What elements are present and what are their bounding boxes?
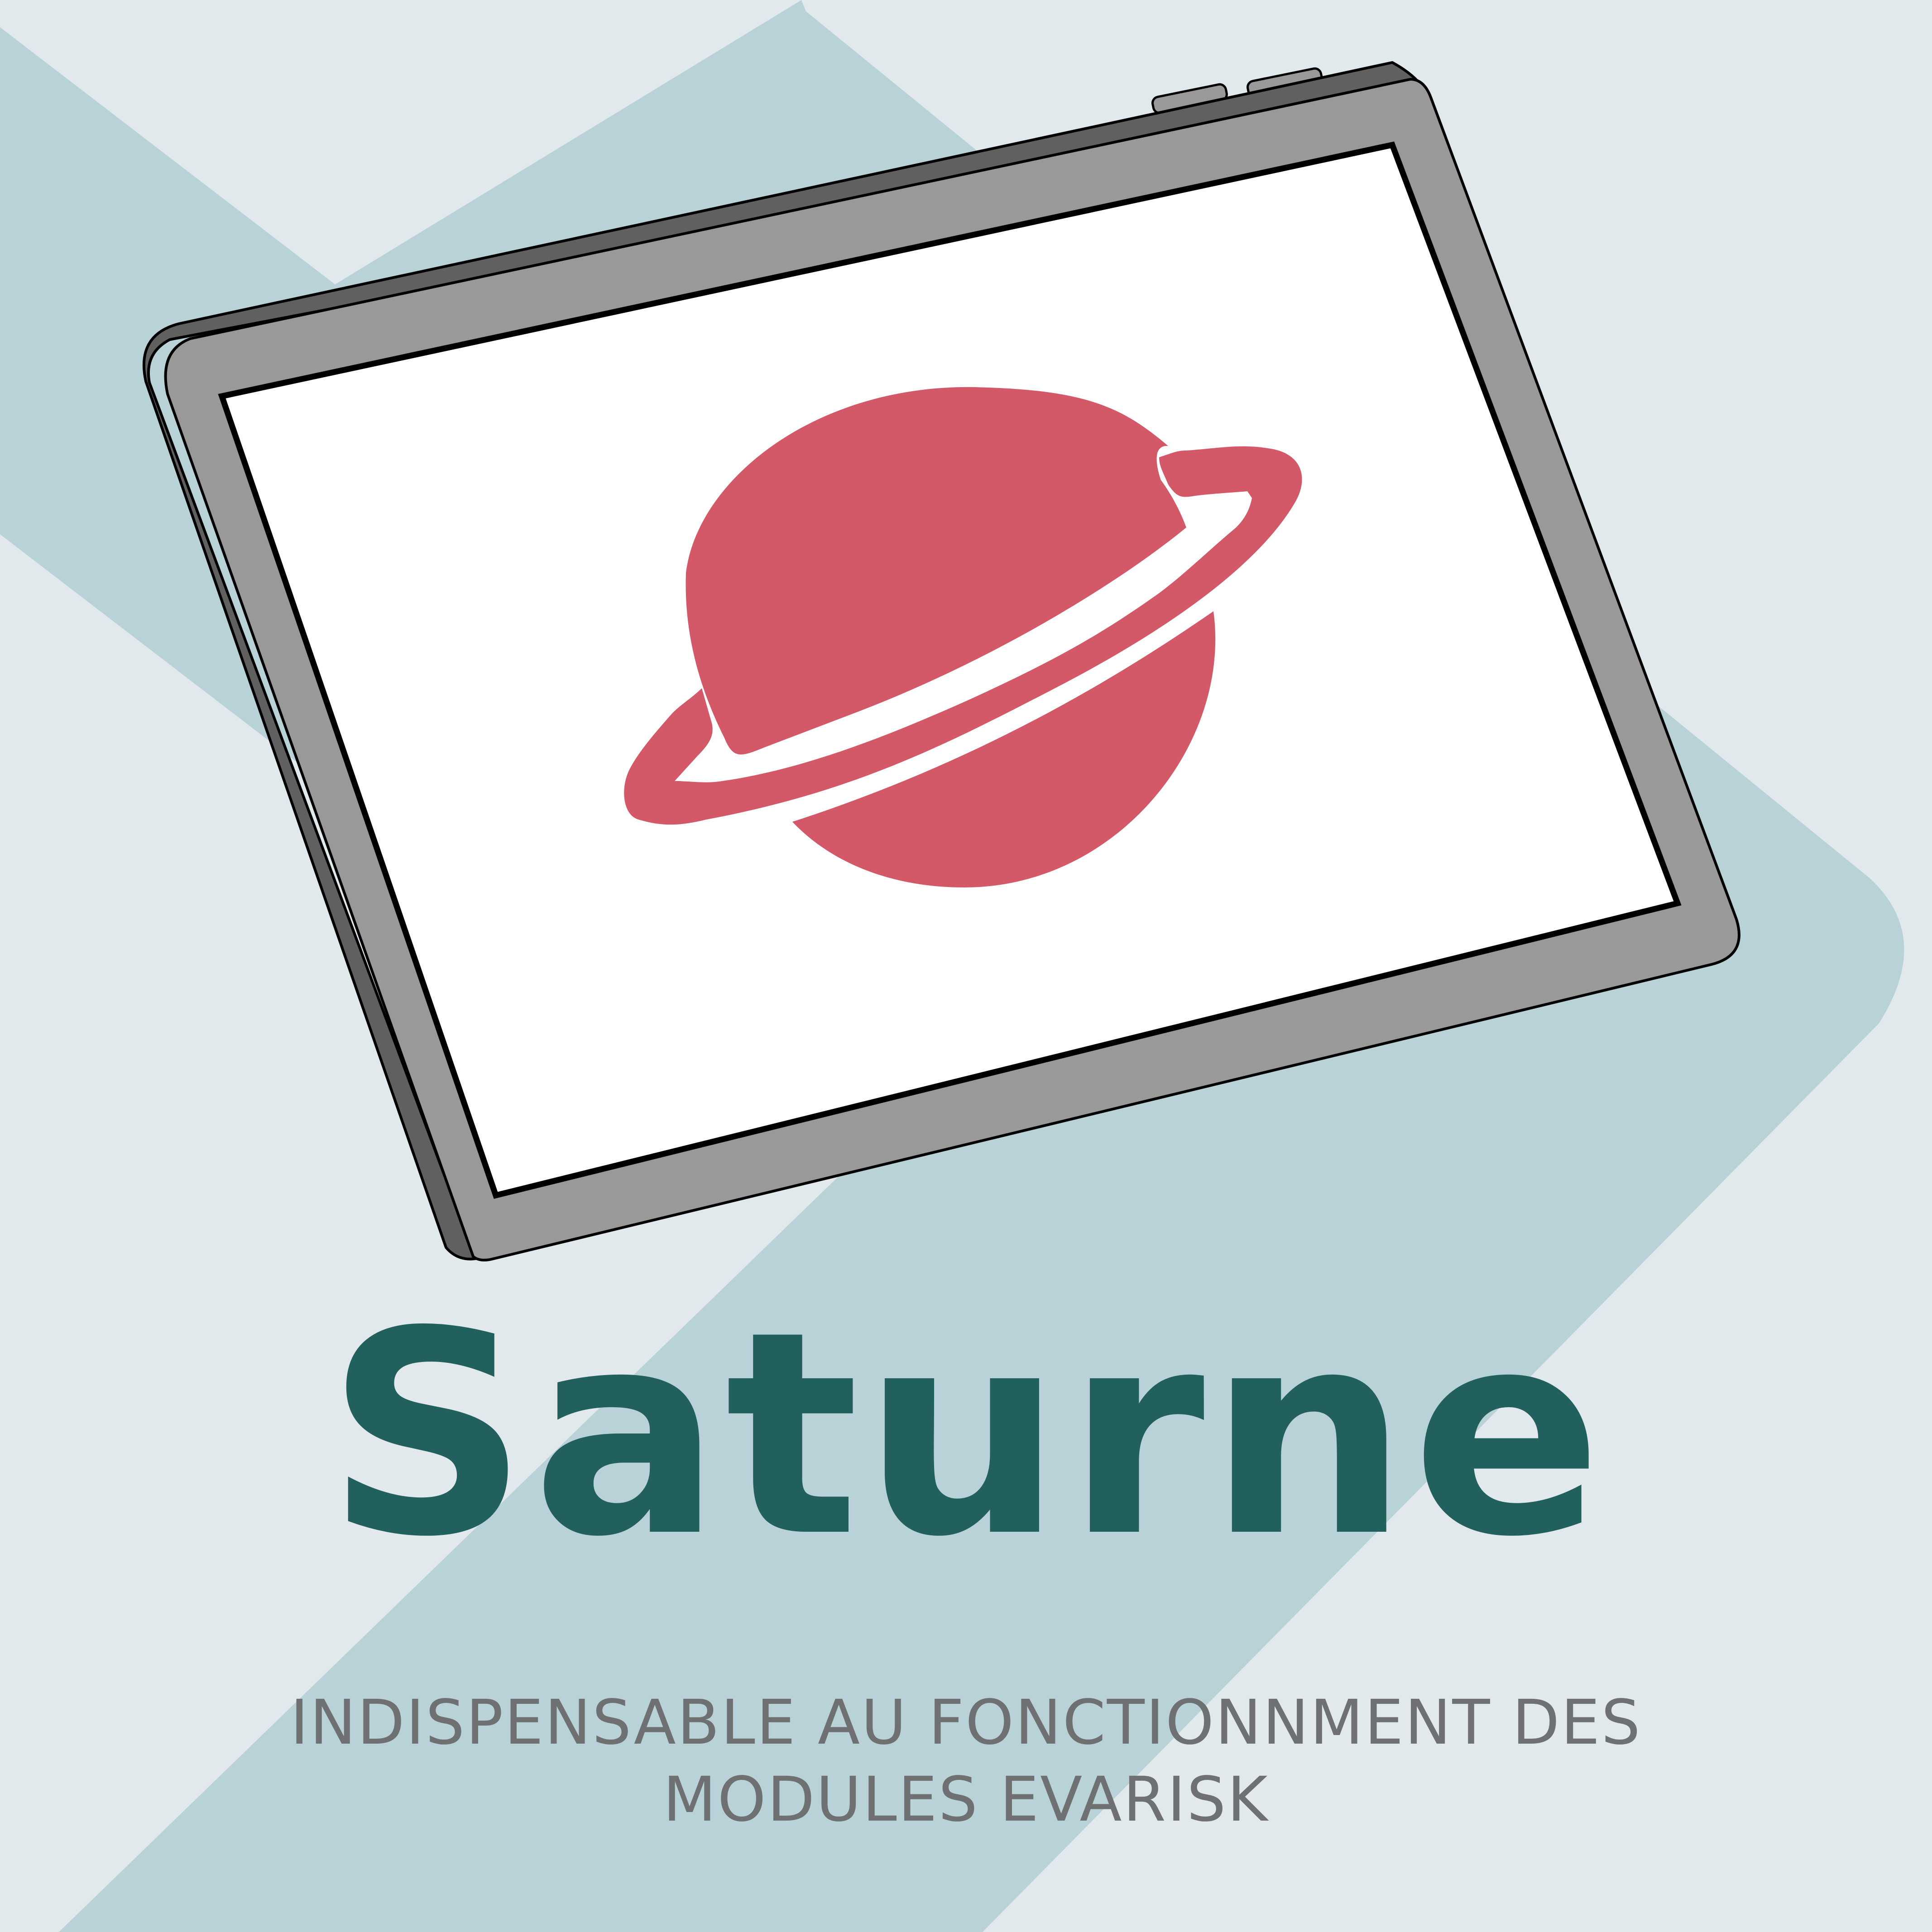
product-subtitle: INDISPENSABLE AU FONCTIONNMENT DES MODUL… (0, 1684, 1932, 1838)
subtitle-line-2: MODULES EVARISK (663, 1764, 1269, 1836)
background-illustration (0, 0, 1932, 1932)
product-title: Saturne (326, 1272, 1606, 1598)
subtitle-line-1: INDISPENSABLE AU FONCTIONNMENT DES (290, 1687, 1642, 1759)
